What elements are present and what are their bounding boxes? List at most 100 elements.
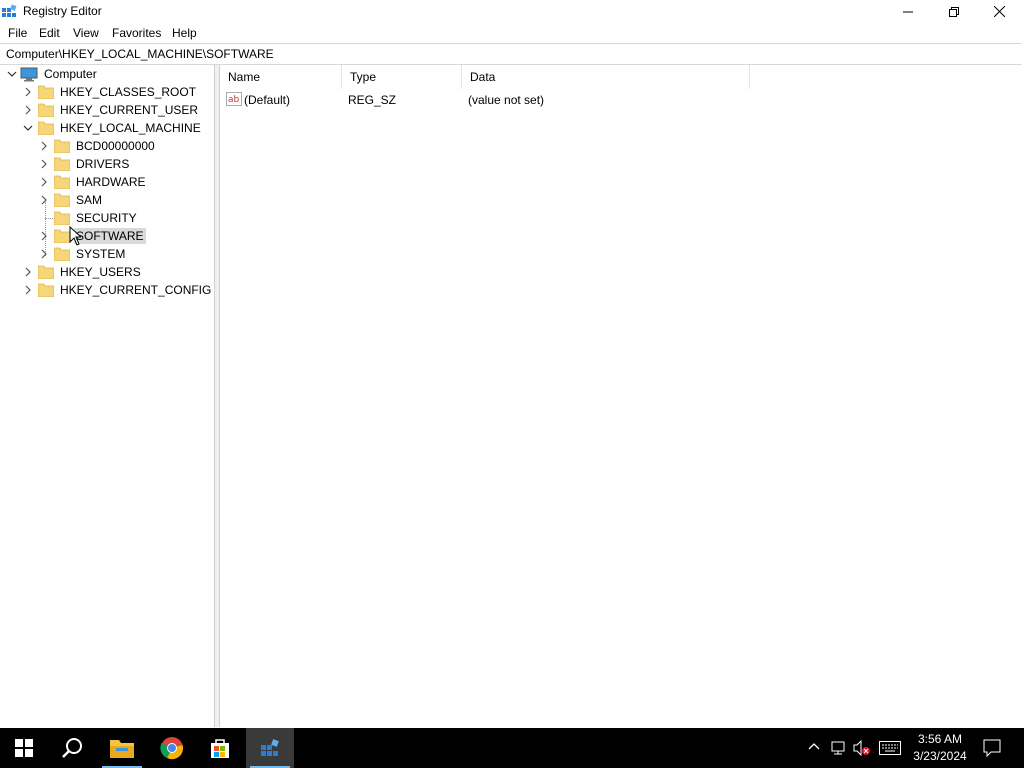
notifications-icon[interactable] (983, 739, 1001, 757)
menu-help[interactable]: Help (172, 26, 197, 40)
value-row[interactable]: ab (Default) REG_SZ (value not set) (220, 89, 1022, 109)
clock-date: 3/23/2024 (913, 749, 967, 763)
tree-label: BCD00000000 (76, 139, 155, 153)
menu-file[interactable]: File (8, 26, 27, 40)
search-button[interactable] (48, 728, 96, 768)
start-icon (15, 739, 33, 757)
close-button[interactable] (976, 0, 1022, 23)
tree-label: HKEY_LOCAL_MACHINE (60, 121, 201, 135)
chevron-right-icon[interactable] (22, 263, 34, 281)
computer-icon (20, 67, 38, 81)
folder-icon (54, 229, 70, 243)
folder-icon (54, 157, 70, 171)
tree-label: SAM (76, 193, 103, 207)
title-bar: Registry Editor (0, 0, 1024, 23)
mouse-cursor-icon (69, 226, 81, 246)
volume-muted-icon[interactable] (853, 740, 871, 756)
tree-item-hkcu[interactable]: HKEY_CURRENT_USER (22, 101, 200, 119)
store-icon (211, 739, 229, 758)
chevron-right-icon[interactable] (22, 83, 34, 101)
taskbar-chrome[interactable] (148, 728, 196, 768)
chevron-right-icon[interactable] (38, 173, 50, 191)
values-list[interactable]: Name Type Data ab (Default) REG_SZ (valu… (220, 65, 1022, 727)
tree-item-hkcc[interactable]: HKEY_CURRENT_CONFIG (22, 281, 213, 299)
value-type: REG_SZ (348, 93, 397, 107)
registry-editor-icon (2, 4, 17, 17)
chevron-right-icon[interactable] (22, 101, 34, 119)
tree-label: HKEY_CURRENT_USER (60, 103, 199, 117)
tree-label-selected: SOFTWARE (74, 228, 146, 244)
window-title: Registry Editor (23, 4, 102, 18)
tree-item-system[interactable]: SYSTEM (38, 245, 127, 263)
folder-icon (38, 103, 54, 117)
folder-icon (38, 283, 54, 297)
tree-item-hardware[interactable]: HARDWARE (38, 173, 148, 191)
tree-label: HKEY_CURRENT_CONFIG (60, 283, 212, 297)
value-data: (value not set) (468, 93, 545, 107)
tree-label: HARDWARE (76, 175, 146, 189)
chevron-down-icon[interactable] (22, 119, 34, 137)
menu-favorites[interactable]: Favorites (112, 26, 161, 40)
minimize-button[interactable] (885, 0, 931, 23)
menu-bar: File Edit View Favorites Help (0, 23, 1024, 42)
tree-item-software[interactable]: SOFTWARE (38, 227, 146, 245)
taskbar (0, 728, 1024, 768)
tree-item-sam[interactable]: SAM (38, 191, 104, 209)
menu-view[interactable]: View (73, 26, 99, 40)
folder-icon (54, 175, 70, 189)
address-bar[interactable]: Computer\HKEY_LOCAL_MACHINE\SOFTWARE (0, 43, 1022, 65)
list-header: Name Type Data (220, 65, 1022, 89)
folder-icon (54, 193, 70, 207)
column-header-type[interactable]: Type (342, 65, 462, 89)
value-name: (Default) (244, 93, 291, 107)
folder-icon (38, 85, 54, 99)
search-icon (62, 738, 82, 758)
folder-icon (38, 265, 54, 279)
minimize-icon (903, 11, 913, 12)
tree-item-hklm[interactable]: HKEY_LOCAL_MACHINE (22, 119, 203, 137)
chevron-right-icon[interactable] (22, 281, 34, 299)
close-icon (993, 6, 1005, 17)
tree-label: DRIVERS (76, 157, 130, 171)
tree-item-hku[interactable]: HKEY_USERS (22, 263, 143, 281)
folder-icon (54, 211, 70, 225)
tree-item-drivers[interactable]: DRIVERS (38, 155, 131, 173)
key-tree[interactable]: Computer HKEY_CLASSES_ROOT HKEY_CURRENT_… (0, 65, 214, 727)
folder-icon (54, 247, 70, 261)
restore-button[interactable] (931, 0, 977, 23)
tree-label: HKEY_USERS (60, 265, 141, 279)
chrome-icon (160, 737, 183, 760)
restore-icon (949, 6, 959, 17)
tree-label: SECURITY (76, 211, 137, 225)
tree-item-security[interactable]: SECURITY (38, 209, 139, 227)
taskbar-registry-editor[interactable] (246, 728, 294, 768)
tree-label: SYSTEM (76, 247, 126, 261)
network-icon[interactable] (831, 740, 847, 756)
chevron-up-icon[interactable] (808, 740, 820, 754)
address-path[interactable]: Computer\HKEY_LOCAL_MACHINE\SOFTWARE (6, 47, 274, 61)
clock-time: 3:56 AM (917, 732, 963, 746)
chevron-right-icon[interactable] (38, 245, 50, 263)
svg-text:ab: ab (228, 95, 240, 105)
string-value-icon: ab (226, 92, 242, 106)
tree-label: HKEY_CLASSES_ROOT (60, 85, 197, 99)
column-header-name[interactable]: Name (220, 65, 342, 89)
chevron-right-icon[interactable] (38, 137, 50, 155)
taskbar-store[interactable] (196, 728, 244, 768)
taskbar-file-explorer[interactable] (98, 728, 146, 768)
chevron-right-icon[interactable] (38, 191, 50, 209)
menu-edit[interactable]: Edit (39, 26, 60, 40)
taskbar-clock[interactable]: 3:56 AM 3/23/2024 (905, 731, 975, 765)
chevron-right-icon[interactable] (38, 155, 50, 173)
start-button[interactable] (0, 728, 48, 768)
chevron-down-icon[interactable] (6, 65, 18, 83)
registry-editor-icon (261, 739, 279, 756)
tree-item-bcd[interactable]: BCD00000000 (38, 137, 157, 155)
tree-item-computer[interactable]: Computer (6, 65, 99, 83)
chevron-right-icon[interactable] (38, 227, 50, 245)
column-header-data[interactable]: Data (462, 65, 750, 89)
keyboard-icon[interactable] (879, 741, 901, 755)
tree-item-hkcr[interactable]: HKEY_CLASSES_ROOT (22, 83, 198, 101)
folder-open-icon (38, 121, 54, 135)
